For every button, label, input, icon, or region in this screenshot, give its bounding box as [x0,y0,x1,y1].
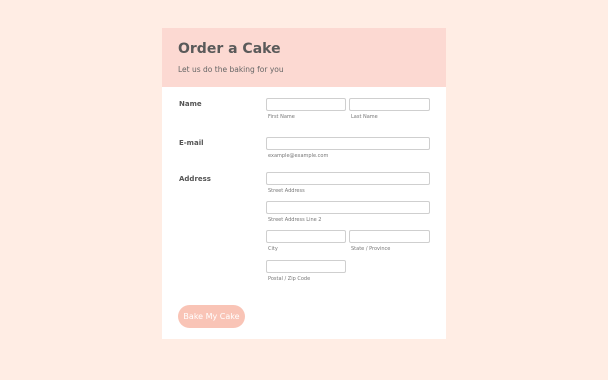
postal-code-input[interactable] [266,260,346,273]
name-label: Name [179,100,202,108]
form-title: Order a Cake [178,41,281,57]
form-header: Order a Cake Let us do the baking for yo… [162,28,446,87]
bake-my-cake-button[interactable]: Bake My Cake [178,305,245,328]
state-province-sublabel: State / Province [351,246,391,252]
street-address-sublabel: Street Address [268,188,305,194]
form-subtitle: Let us do the baking for you [178,65,284,74]
email-input[interactable] [266,137,430,150]
address-label: Address [179,175,211,183]
street-address-input[interactable] [266,172,430,185]
state-province-input[interactable] [349,230,430,243]
street-address-line2-sublabel: Street Address Line 2 [268,217,322,223]
first-name-input[interactable] [266,98,346,111]
first-name-sublabel: First Name [268,114,295,120]
email-sublabel: example@example.com [268,153,329,159]
city-sublabel: City [268,246,278,252]
last-name-sublabel: Last Name [351,114,378,120]
order-form-card: Order a Cake Let us do the baking for yo… [162,28,446,339]
city-input[interactable] [266,230,346,243]
last-name-input[interactable] [349,98,430,111]
email-label: E-mail [179,139,204,147]
postal-code-sublabel: Postal / Zip Code [268,276,311,282]
street-address-line2-input[interactable] [266,201,430,214]
